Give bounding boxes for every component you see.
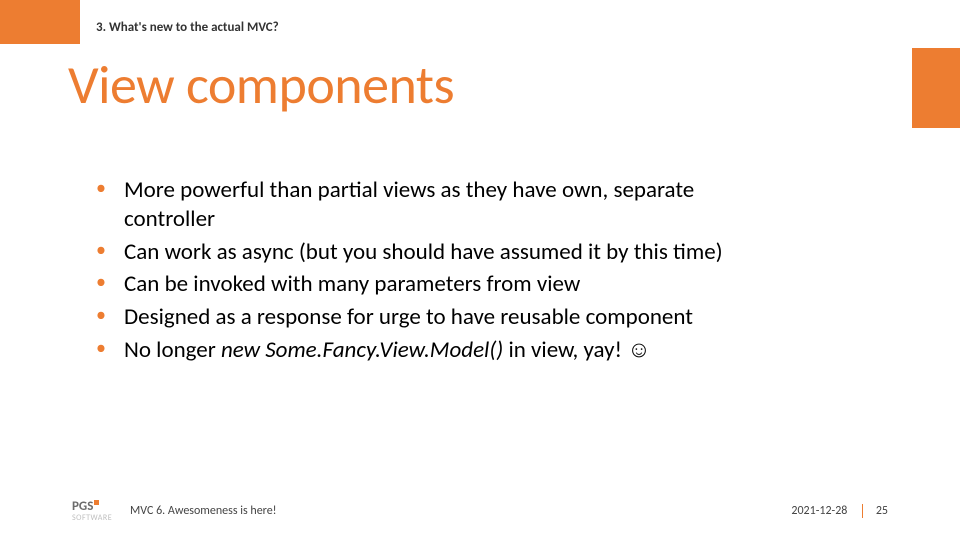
footer-meta: 2021-12-28 25: [791, 504, 888, 518]
list-item-prefix: No longer: [124, 336, 221, 364]
list-item-code: new Some.Fancy.View.Model(): [221, 336, 509, 364]
list-item-text: Can work as async (but you should have a…: [124, 238, 723, 266]
accent-block-top-right: [912, 48, 960, 128]
page-title: View components: [68, 52, 454, 118]
logo-subtext: SOFTWARE: [72, 514, 112, 522]
footer-date: 2021-12-28: [791, 504, 847, 518]
list-item-text: Designed as a response for urge to have …: [124, 303, 693, 331]
logo-text: PGS: [72, 499, 93, 514]
footer-separator-icon: [862, 504, 863, 518]
list-item: More powerful than partial views as they…: [96, 176, 736, 234]
list-item-text: Can be invoked with many parameters from…: [124, 270, 580, 298]
logo-dot-icon: [94, 500, 99, 505]
list-item: Designed as a response for urge to have …: [96, 303, 736, 332]
footer-page-number: 25: [876, 504, 888, 518]
list-item-suffix: in view, yay! ☺: [508, 336, 650, 364]
list-item: No longer new Some.Fancy.View.Model() in…: [96, 336, 736, 365]
logo: PGS SOFTWARE: [72, 500, 112, 522]
footer-caption: MVC 6. Awesomeness is here!: [130, 504, 277, 518]
slide: 3. What's new to the actual MVC? View co…: [0, 0, 960, 540]
section-label: 3. What's new to the actual MVC?: [96, 20, 279, 35]
bullet-list: More powerful than partial views as they…: [96, 176, 736, 369]
list-item: Can work as async (but you should have a…: [96, 238, 736, 267]
list-item-text: More powerful than partial views as they…: [124, 176, 694, 233]
accent-block-top-left: [0, 0, 80, 44]
footer: PGS SOFTWARE MVC 6. Awesomeness is here!…: [0, 498, 960, 522]
list-item: Can be invoked with many parameters from…: [96, 270, 736, 299]
